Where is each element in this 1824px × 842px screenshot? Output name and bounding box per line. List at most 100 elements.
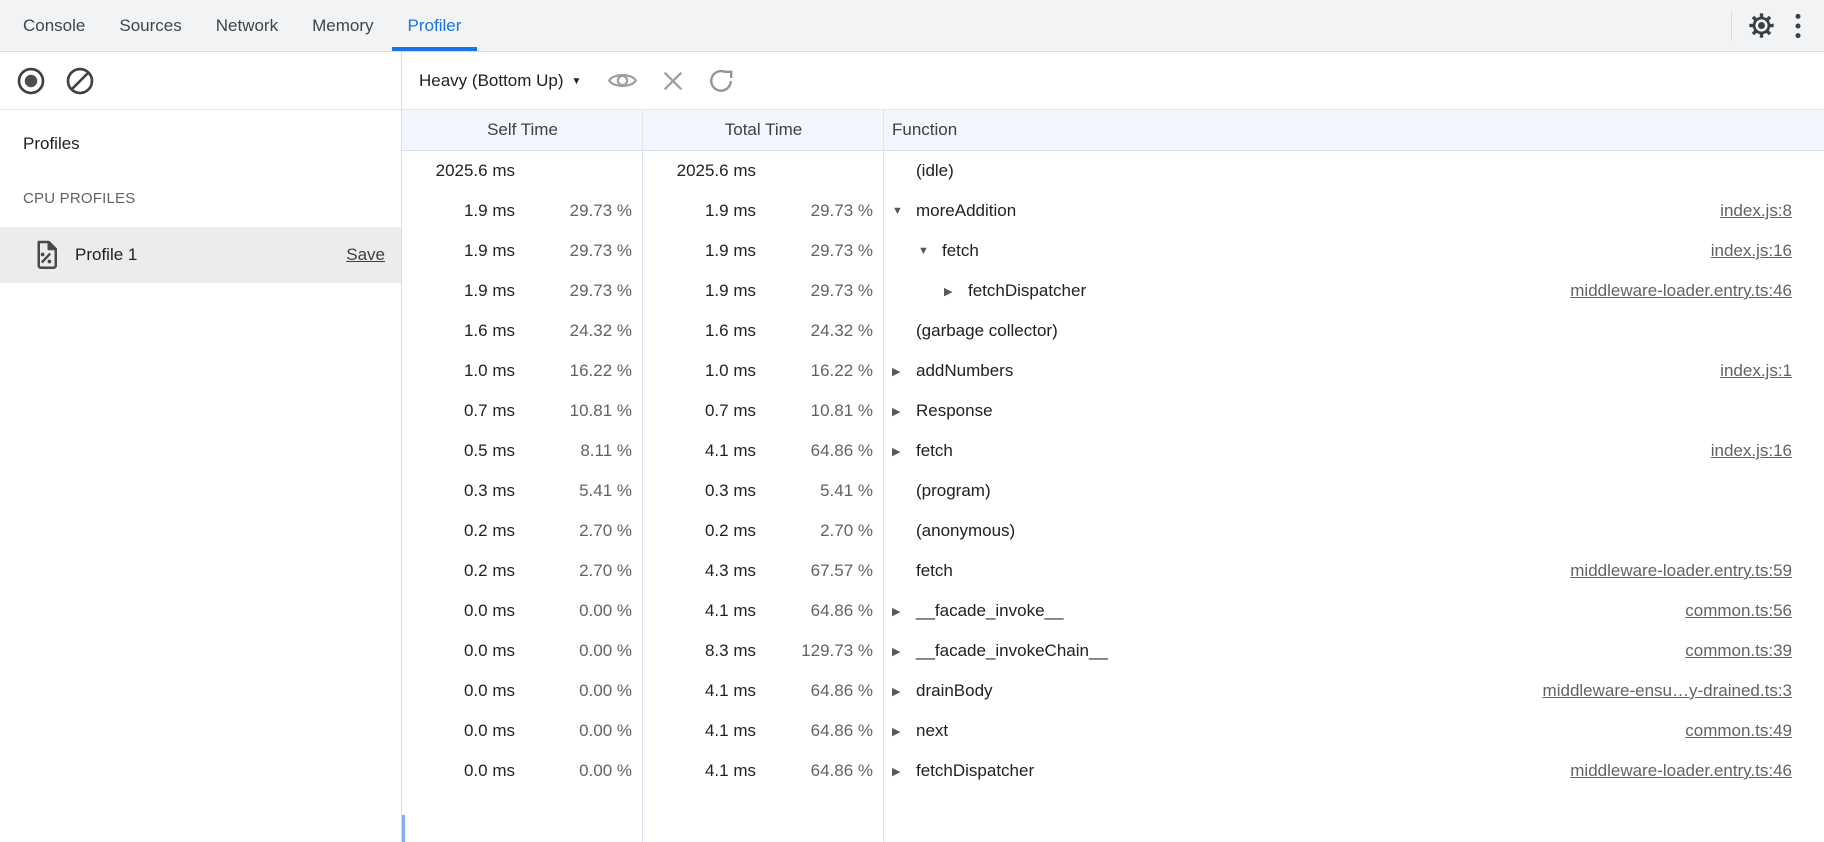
refresh-icon[interactable] xyxy=(708,68,734,94)
table-row[interactable]: 0.0 ms 0.00 % 4.1 ms 64.86 % ▶ drainBody… xyxy=(402,671,1824,711)
profile-item[interactable]: Profile 1 Save xyxy=(0,227,401,283)
function-cell: (program) xyxy=(884,471,1824,511)
source-location-link[interactable]: middleware-ensu…y-drained.ts:3 xyxy=(1543,681,1792,701)
self-time-percent: 5.41 % xyxy=(515,481,643,501)
table-row[interactable]: 1.9 ms 29.73 % 1.9 ms 29.73 % ▶ fetchDis… xyxy=(402,271,1824,311)
total-time-ms: 4.1 ms xyxy=(643,441,756,461)
source-location-link[interactable]: index.js:16 xyxy=(1711,241,1792,261)
self-time-percent: 2.70 % xyxy=(515,521,643,541)
column-header-function[interactable]: Function xyxy=(884,110,1824,150)
tree-expand-arrow-icon[interactable]: ▶ xyxy=(944,285,968,298)
self-time-ms: 0.0 ms xyxy=(402,641,515,661)
table-row[interactable]: 0.7 ms 10.81 % 0.7 ms 10.81 % ▶ Response xyxy=(402,391,1824,431)
self-time-cell: 0.5 ms 8.11 % xyxy=(402,431,643,471)
settings-gear-icon[interactable] xyxy=(1748,12,1775,39)
tree-expand-arrow-icon[interactable]: ▶ xyxy=(892,405,916,418)
clear-icon[interactable] xyxy=(65,66,95,96)
source-location-link[interactable]: common.ts:56 xyxy=(1685,601,1792,621)
table-row[interactable]: 1.9 ms 29.73 % 1.9 ms 29.73 % ▼ fetch in… xyxy=(402,231,1824,271)
table-row[interactable]: 1.9 ms 29.73 % 1.9 ms 29.73 % ▼ moreAddi… xyxy=(402,191,1824,231)
tabbar-right-controls xyxy=(1731,0,1824,51)
self-time-percent: 0.00 % xyxy=(515,641,643,661)
function-cell: (idle) xyxy=(884,151,1824,191)
column-header-total-time[interactable]: Total Time xyxy=(643,110,884,150)
table-row[interactable]: 0.0 ms 0.00 % 4.1 ms 64.86 % ▶ next comm… xyxy=(402,711,1824,751)
self-time-percent: 29.73 % xyxy=(515,281,643,301)
source-location-link[interactable]: common.ts:39 xyxy=(1685,641,1792,661)
source-location-link[interactable]: middleware-loader.entry.ts:46 xyxy=(1570,761,1792,781)
tree-expand-arrow-icon[interactable]: ▼ xyxy=(918,245,942,257)
total-time-percent: 16.22 % xyxy=(756,361,884,381)
table-row[interactable]: 0.5 ms 8.11 % 4.1 ms 64.86 % ▶ fetch ind… xyxy=(402,431,1824,471)
source-location-link[interactable]: index.js:8 xyxy=(1720,201,1792,221)
function-name: fetch xyxy=(916,561,953,581)
tab-profiler[interactable]: Profiler xyxy=(391,0,479,51)
table-row[interactable]: 1.6 ms 24.32 % 1.6 ms 24.32 % (garbage c… xyxy=(402,311,1824,351)
total-time-ms: 1.9 ms xyxy=(643,281,756,301)
source-location-link[interactable]: index.js:1 xyxy=(1720,361,1792,381)
table-row[interactable]: 1.0 ms 16.22 % 1.0 ms 16.22 % ▶ addNumbe… xyxy=(402,351,1824,391)
source-location-link[interactable]: middleware-loader.entry.ts:46 xyxy=(1570,281,1792,301)
tree-expand-arrow-icon[interactable]: ▶ xyxy=(892,685,916,698)
function-cell: ▶ fetchDispatcher middleware-loader.entr… xyxy=(884,271,1824,311)
table-row[interactable]: 0.3 ms 5.41 % 0.3 ms 5.41 % (program) xyxy=(402,471,1824,511)
function-name: drainBody xyxy=(916,681,993,701)
table-row[interactable]: 0.2 ms 2.70 % 0.2 ms 2.70 % (anonymous) xyxy=(402,511,1824,551)
function-name: __facade_invokeChain__ xyxy=(916,641,1108,661)
column-header-self-time[interactable]: Self Time xyxy=(402,110,643,150)
tree-expand-arrow-icon[interactable]: ▶ xyxy=(892,765,916,778)
table-row[interactable]: 0.2 ms 2.70 % 4.3 ms 67.57 % fetch middl… xyxy=(402,551,1824,591)
tree-expand-arrow-icon[interactable]: ▶ xyxy=(892,445,916,458)
total-time-percent: 67.57 % xyxy=(756,561,884,581)
self-time-ms: 0.0 ms xyxy=(402,721,515,741)
total-time-cell: 2025.6 ms xyxy=(643,151,884,191)
total-time-percent: 64.86 % xyxy=(756,761,884,781)
tab-label: Profiler xyxy=(408,16,462,36)
source-location-link[interactable]: middleware-loader.entry.ts:59 xyxy=(1570,561,1792,581)
kebab-menu-icon[interactable] xyxy=(1795,13,1801,39)
function-name: addNumbers xyxy=(916,361,1013,381)
table-row[interactable]: 0.0 ms 0.00 % 4.1 ms 64.86 % ▶ __facade_… xyxy=(402,591,1824,631)
self-time-ms: 1.9 ms xyxy=(402,201,515,221)
total-time-ms: 4.1 ms xyxy=(643,761,756,781)
function-cell: (garbage collector) xyxy=(884,311,1824,351)
source-location-link[interactable]: index.js:16 xyxy=(1711,441,1792,461)
self-time-cell: 0.0 ms 0.00 % xyxy=(402,631,643,671)
tab-sources[interactable]: Sources xyxy=(102,0,198,51)
function-name: fetch xyxy=(942,241,979,261)
save-link[interactable]: Save xyxy=(346,245,385,265)
tab-network[interactable]: Network xyxy=(199,0,295,51)
table-row[interactable]: 0.0 ms 0.00 % 8.3 ms 129.73 % ▶ __facade… xyxy=(402,631,1824,671)
tree-expand-arrow-icon[interactable]: ▶ xyxy=(892,725,916,738)
record-icon[interactable] xyxy=(16,66,46,96)
total-time-cell: 1.0 ms 16.22 % xyxy=(643,351,884,391)
self-time-percent: 0.00 % xyxy=(515,761,643,781)
table-row[interactable]: 2025.6 ms 2025.6 ms (idle) xyxy=(402,151,1824,191)
total-time-cell: 1.9 ms 29.73 % xyxy=(643,191,884,231)
profiles-sidebar: Profiles CPU PROFILES Profile 1 Save xyxy=(0,52,402,842)
close-icon[interactable] xyxy=(662,70,684,92)
self-time-percent: 0.00 % xyxy=(515,601,643,621)
total-time-percent: 29.73 % xyxy=(756,201,884,221)
tab-label: Network xyxy=(216,16,278,36)
total-time-ms: 2025.6 ms xyxy=(643,161,756,181)
tree-expand-arrow-icon[interactable]: ▶ xyxy=(892,365,916,378)
function-cell: ▼ moreAddition index.js:8 xyxy=(884,191,1824,231)
tree-expand-arrow-icon[interactable]: ▶ xyxy=(892,645,916,658)
self-time-percent: 24.32 % xyxy=(515,321,643,341)
tab-memory[interactable]: Memory xyxy=(295,0,390,51)
self-time-cell: 0.7 ms 10.81 % xyxy=(402,391,643,431)
tab-label: Console xyxy=(23,16,85,36)
tree-expand-arrow-icon[interactable]: ▼ xyxy=(892,205,916,217)
total-time-percent: 129.73 % xyxy=(756,641,884,661)
eye-icon[interactable] xyxy=(607,70,638,91)
view-selector-dropdown[interactable]: Heavy (Bottom Up) ▼ xyxy=(419,71,581,91)
tree-expand-arrow-icon[interactable]: ▶ xyxy=(892,605,916,618)
table-row[interactable]: 0.0 ms 0.00 % 4.1 ms 64.86 % ▶ fetchDisp… xyxy=(402,751,1824,791)
devtools-tabbar: Console Sources Network Memory Profiler xyxy=(0,0,1824,52)
tab-label: Sources xyxy=(119,16,181,36)
grid-header: Self Time Total Time Function xyxy=(402,110,1824,151)
tab-console[interactable]: Console xyxy=(6,0,102,51)
self-time-ms: 0.3 ms xyxy=(402,481,515,501)
source-location-link[interactable]: common.ts:49 xyxy=(1685,721,1792,741)
